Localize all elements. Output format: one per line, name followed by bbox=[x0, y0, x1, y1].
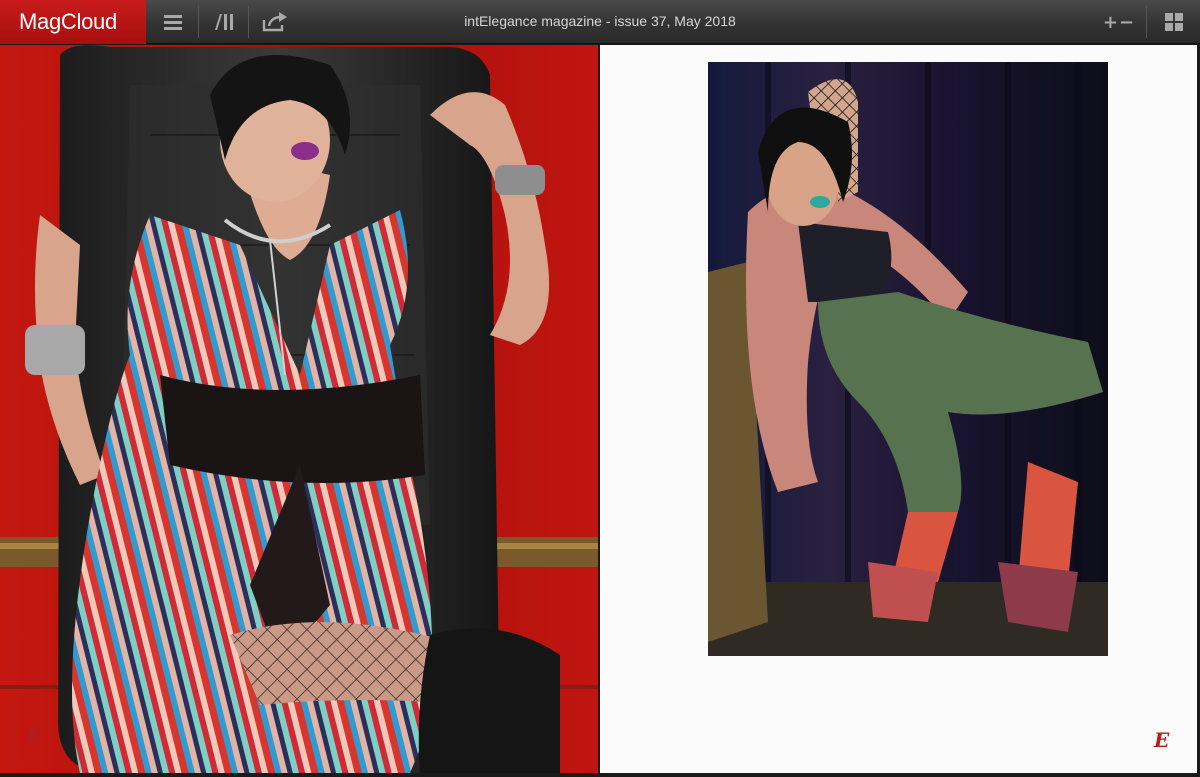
share-button[interactable] bbox=[250, 0, 300, 44]
grid-view-icon bbox=[1165, 13, 1183, 31]
menu-icon bbox=[164, 15, 182, 30]
toolbar-divider bbox=[198, 6, 199, 38]
toolbar-divider bbox=[248, 6, 249, 38]
zoom-icon: +− bbox=[1102, 11, 1136, 33]
top-toolbar: MagCloud intElegance magazine - issue 37… bbox=[0, 0, 1200, 44]
magazine-spread[interactable]: E E bbox=[0, 45, 1200, 777]
library-button[interactable] bbox=[200, 0, 250, 44]
grid-view-button[interactable] bbox=[1148, 0, 1200, 44]
document-title: intElegance magazine - issue 37, May 201… bbox=[464, 13, 736, 29]
magcloud-logo[interactable]: MagCloud bbox=[0, 0, 146, 44]
library-icon bbox=[215, 14, 233, 30]
menu-button[interactable] bbox=[148, 0, 198, 44]
page-mark-right: E bbox=[1154, 728, 1170, 752]
share-icon bbox=[262, 12, 287, 32]
toolbar-divider bbox=[1146, 6, 1147, 38]
page-mark-left: E bbox=[26, 725, 43, 751]
right-page[interactable]: E bbox=[600, 45, 1197, 773]
left-page-photo bbox=[0, 45, 598, 773]
zoom-button[interactable]: +− bbox=[1094, 0, 1144, 44]
left-page[interactable]: E bbox=[0, 45, 598, 773]
right-page-photo bbox=[708, 62, 1108, 656]
